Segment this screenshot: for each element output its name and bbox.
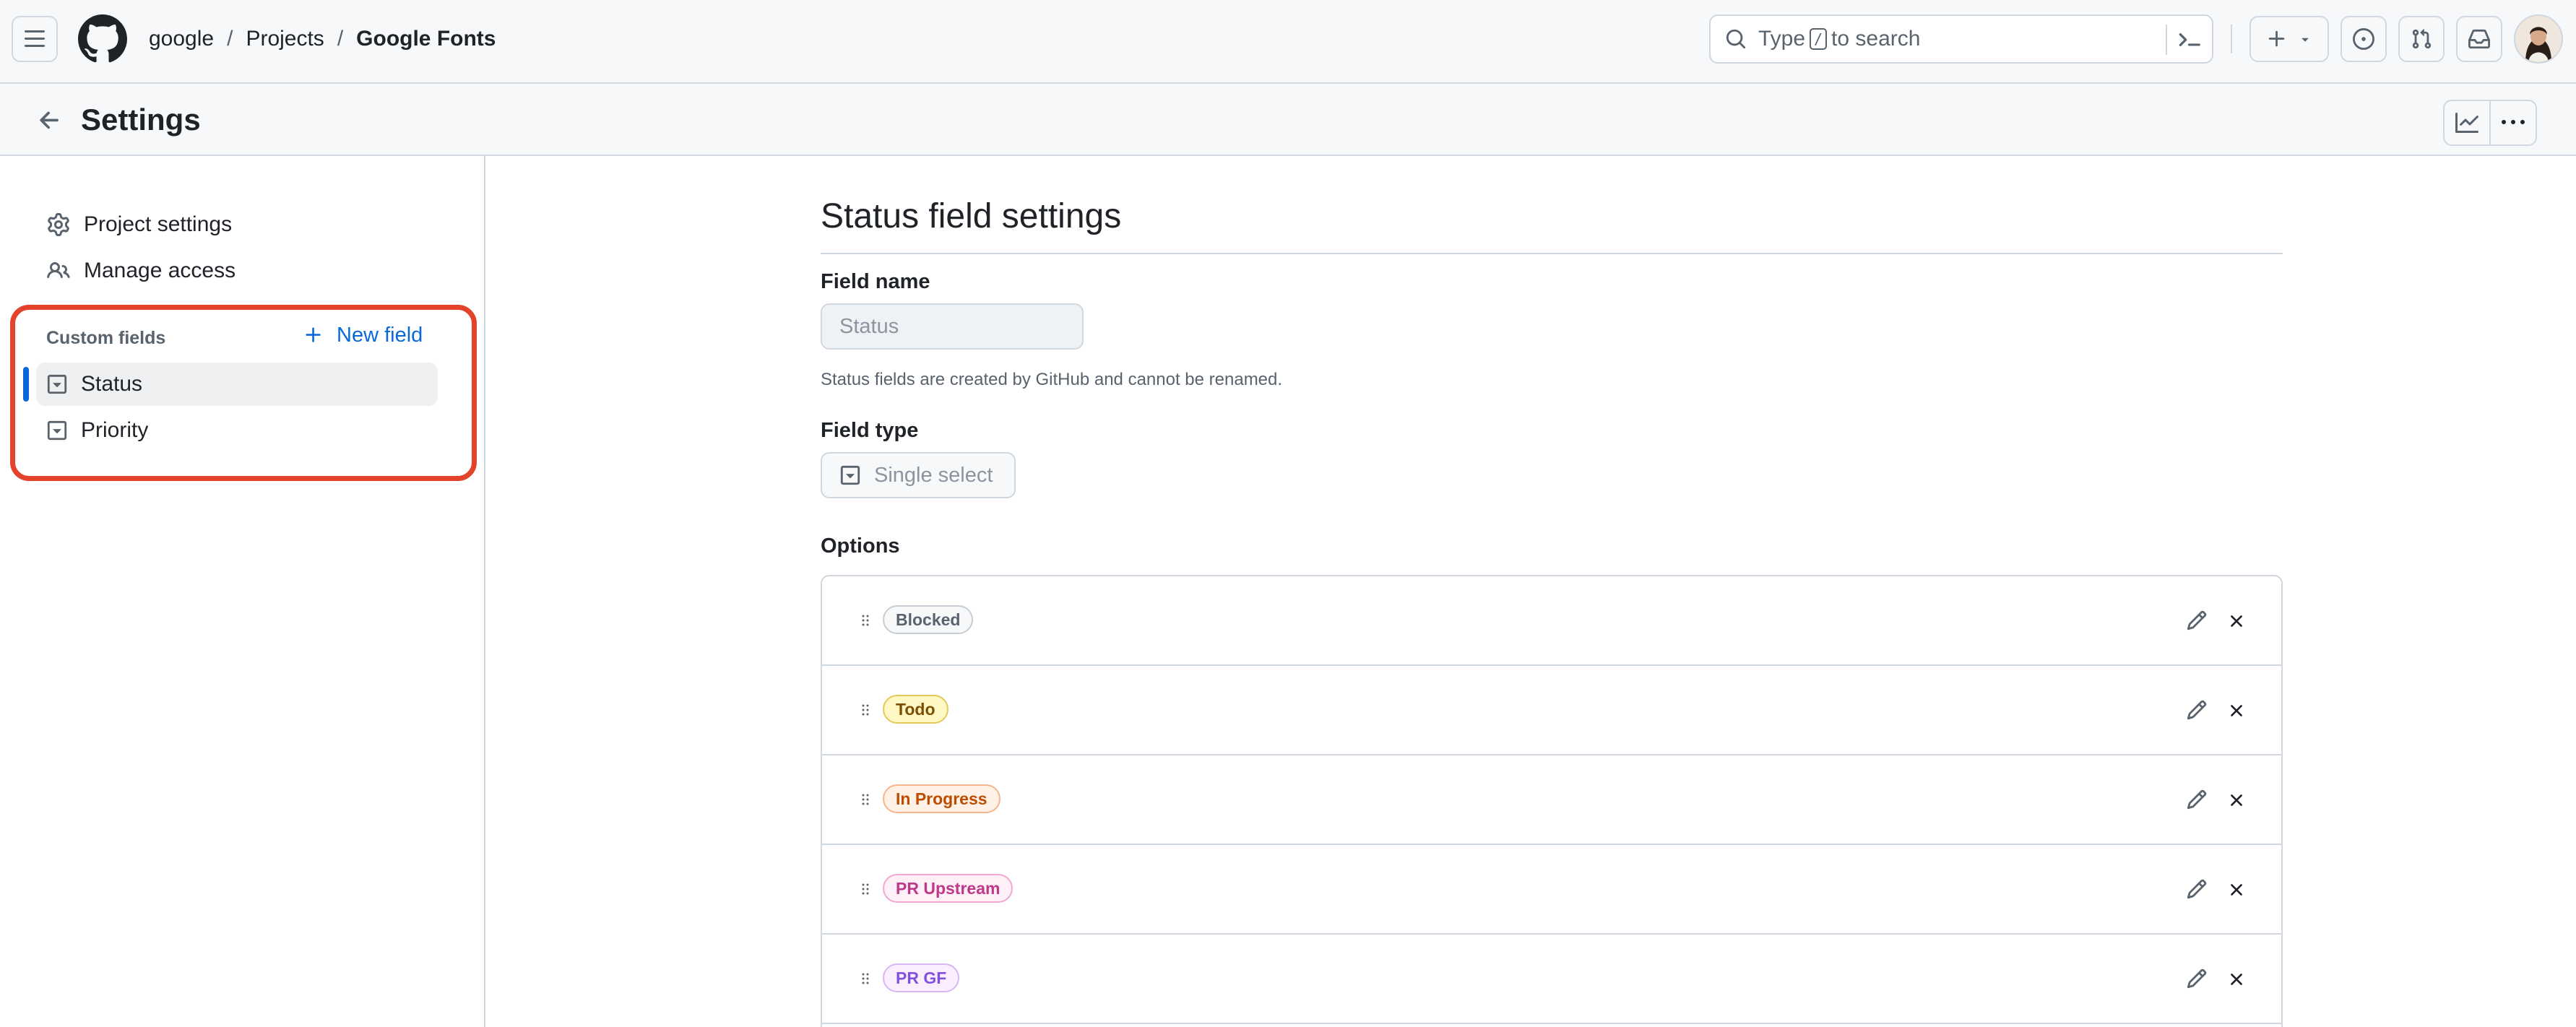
grabber-icon[interactable] xyxy=(857,610,874,631)
pencil-icon[interactable] xyxy=(2186,968,2208,989)
sidebar-item-label: Manage access xyxy=(84,259,236,282)
section-title: Status field settings xyxy=(821,197,1122,235)
plus-icon xyxy=(303,325,324,345)
close-icon[interactable] xyxy=(2226,969,2247,989)
graph-icon xyxy=(2455,113,2478,133)
sidebar-item-project-settings[interactable]: Project settings xyxy=(36,204,438,246)
search-suffix: to search xyxy=(1831,27,1921,51)
people-icon xyxy=(46,259,71,283)
more-options-button[interactable] xyxy=(2489,100,2537,146)
option-label: Blocked xyxy=(883,605,974,634)
inbox-icon xyxy=(2468,29,2490,49)
pull-requests-button[interactable] xyxy=(2398,16,2445,62)
inbox-button[interactable] xyxy=(2456,16,2502,62)
search-shortcut-key: / xyxy=(1810,28,1828,50)
field-label: Priority xyxy=(81,418,149,442)
search-icon xyxy=(1726,29,1746,49)
menu-button[interactable] xyxy=(12,16,58,62)
new-field-button[interactable]: New field xyxy=(303,319,423,351)
pencil-icon[interactable] xyxy=(2186,699,2208,721)
option-label: PR GF xyxy=(883,963,960,992)
breadcrumb-separator: / xyxy=(227,27,233,51)
option-row: Blocked xyxy=(822,576,2281,666)
hamburger-icon xyxy=(25,30,45,47)
grabber-icon[interactable] xyxy=(857,968,874,989)
plus-icon xyxy=(2268,30,2285,47)
gear-icon xyxy=(46,212,71,237)
option-row: Todo xyxy=(822,666,2281,755)
avatar[interactable] xyxy=(2514,14,2563,64)
field-name-label: Field name xyxy=(821,270,930,293)
active-indicator xyxy=(23,367,29,402)
single-select-icon xyxy=(839,464,861,486)
settings-sidebar: Project settings Manage access Custom fi… xyxy=(0,156,485,1027)
pencil-icon[interactable] xyxy=(2186,789,2208,810)
close-icon[interactable] xyxy=(2226,701,2247,721)
header-divider xyxy=(2231,25,2232,53)
search-input[interactable]: Type / to search xyxy=(1709,14,2213,64)
pencil-icon[interactable] xyxy=(2186,610,2208,631)
create-new-button[interactable] xyxy=(2249,16,2329,62)
option-label: PR Upstream xyxy=(883,874,1013,903)
global-header: google / Projects / Google Fonts Type / … xyxy=(0,0,2576,84)
options-label: Options xyxy=(821,534,900,558)
git-pull-request-icon xyxy=(2412,29,2432,49)
page-title: Settings xyxy=(81,103,201,136)
issues-button[interactable] xyxy=(2341,16,2387,62)
section-divider xyxy=(821,253,2283,254)
field-label: Status xyxy=(81,372,143,396)
github-logo-icon[interactable] xyxy=(78,14,127,64)
option-label: In Progress xyxy=(883,784,1000,813)
field-name-input: Status xyxy=(821,303,1084,350)
new-field-label: New field xyxy=(337,323,423,347)
options-list: Blocked Todo In Progress PR Upstream PR … xyxy=(821,575,2283,1027)
issue-opened-icon xyxy=(2353,28,2374,50)
option-row: PR GF xyxy=(822,935,2281,1024)
search-divider xyxy=(2166,25,2167,55)
caret-down-icon xyxy=(2301,38,2309,42)
breadcrumb-org-link[interactable]: google xyxy=(149,27,214,51)
option-row: In Progress xyxy=(822,755,2281,845)
sidebar-item-status[interactable]: Status xyxy=(36,363,438,406)
insights-button[interactable] xyxy=(2443,100,2491,146)
close-icon[interactable] xyxy=(2226,880,2247,900)
single-select-icon xyxy=(46,373,68,395)
field-type-label: Field type xyxy=(821,419,919,442)
grabber-icon[interactable] xyxy=(857,878,874,900)
field-name-hint: Status fields are created by GitHub and … xyxy=(821,370,1283,389)
breadcrumb-projects-link[interactable]: Projects xyxy=(246,27,324,51)
close-icon[interactable] xyxy=(2226,611,2247,631)
search-placeholder: Type / to search xyxy=(1758,27,1920,51)
settings-header: Settings xyxy=(0,84,2576,156)
search-prefix: Type xyxy=(1758,27,1806,51)
custom-fields-heading: Custom fields xyxy=(46,328,166,348)
sidebar-item-label: Project settings xyxy=(84,212,233,236)
breadcrumb-project-link[interactable]: Google Fonts xyxy=(356,27,496,51)
pencil-icon[interactable] xyxy=(2186,878,2208,900)
breadcrumb: google / Projects / Google Fonts xyxy=(149,25,496,53)
back-arrow-icon[interactable] xyxy=(36,107,64,134)
option-row: PR Upstream xyxy=(822,845,2281,935)
command-palette-icon[interactable] xyxy=(2177,27,2202,52)
field-type-button: Single select xyxy=(821,452,1016,498)
breadcrumb-separator: / xyxy=(337,27,344,51)
grabber-icon[interactable] xyxy=(857,789,874,810)
field-type-value: Single select xyxy=(874,463,993,487)
close-icon[interactable] xyxy=(2226,790,2247,810)
sidebar-item-manage-access[interactable]: Manage access xyxy=(36,250,438,292)
option-label: Todo xyxy=(883,695,948,724)
user-avatar-icon xyxy=(2515,16,2562,62)
kebab-horizontal-icon xyxy=(2502,120,2525,124)
grabber-icon[interactable] xyxy=(857,699,874,721)
single-select-icon xyxy=(46,420,68,441)
sidebar-item-priority[interactable]: Priority xyxy=(36,409,438,452)
